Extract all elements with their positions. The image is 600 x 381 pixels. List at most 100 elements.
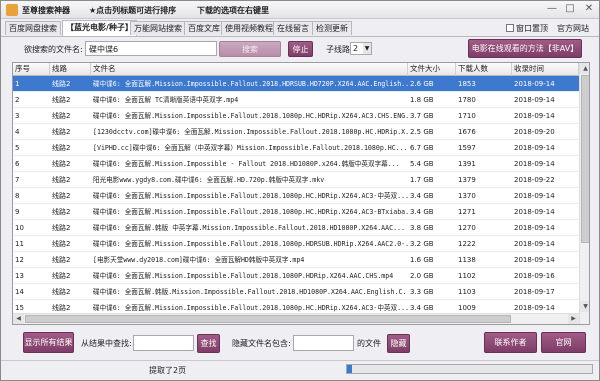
horizontal-scroll-thumb[interactable] <box>25 315 511 323</box>
cell-size: 3.4 GB <box>410 192 434 200</box>
tab-baidu-pan[interactable]: 百度网盘搜索 <box>5 21 61 35</box>
search-input[interactable]: 碟中谍6 <box>85 41 217 56</box>
subline-select[interactable]: 2 ▼ <box>350 42 372 55</box>
title-bar[interactable]: 至尊搜索神器 ★点击列标题可进行排序 下载的选项在右键里 — □ ✕ <box>1 1 599 19</box>
table-row[interactable]: 8 线路2 碟中谍6: 全面瓦解.Mission.Impossible.Fallou… <box>13 188 579 204</box>
checkbox-box-icon[interactable] <box>506 24 514 32</box>
column-header-filename[interactable]: 文件名 <box>91 63 408 76</box>
subline-label: 子线路 <box>326 45 350 54</box>
scroll-right-icon[interactable]: ▶ <box>568 314 579 324</box>
vertical-scrollbar[interactable]: ▲ ▼ <box>579 63 589 324</box>
cell-size: 3.8 GB <box>410 224 434 232</box>
cell-downloads: 1270 <box>458 224 476 232</box>
progress-bar <box>346 364 593 374</box>
results-table[interactable]: 序号 线路 文件名 文件大小 下载人数 收录时间 1 线路2 碟中谍6: 全面瓦解.… <box>12 62 590 325</box>
table-row[interactable]: 1 线路2 碟中谍6: 全面瓦解.Mission.Impossible.Fallou… <box>13 76 579 92</box>
find-button[interactable]: 查找 <box>197 334 220 353</box>
vertical-scroll-thumb[interactable] <box>581 75 589 243</box>
topmost-checkbox[interactable]: 窗口置顶 <box>506 23 548 34</box>
tab-universal-search[interactable]: 万能网站搜索 <box>130 21 186 35</box>
cell-date: 2018-09-14 <box>514 80 555 88</box>
table-row[interactable]: 14 线路2 碟中谍6: 全面瓦解.韩版.Mission.Impossible.Fa… <box>13 284 579 300</box>
column-header-size[interactable]: 文件大小 <box>408 63 456 76</box>
tab-video-tutorial[interactable]: 使用视频教程 <box>221 21 277 35</box>
tab-bluray-torrent[interactable]: 【蓝光电影/种子】 <box>62 20 137 36</box>
cell-filename: [1230dcctv.com]碟中谍6: 全面瓦解.Mission.Imposs… <box>93 128 408 136</box>
cell-size: 3.4 GB <box>410 208 434 216</box>
cell-filename: 碟中谍6: 全面瓦解 TC清晰版英语中英双字.mp4 <box>93 96 239 104</box>
cell-size: 3.3 GB <box>410 288 434 296</box>
table-row[interactable]: 12 线路2 [电影天堂www.dy2018.com]碟中谍6: 全面瓦解HD韩版中… <box>13 252 579 268</box>
official-site-button[interactable]: 官网 <box>541 332 586 353</box>
table-row[interactable]: 4 线路2 [1230dcctv.com]碟中谍6: 全面瓦解.Mission.Im… <box>13 124 579 140</box>
official-site-link[interactable]: 官方网站 <box>557 23 589 34</box>
cell-downloads: 1780 <box>458 96 476 104</box>
scroll-down-icon[interactable]: ▼ <box>580 301 589 312</box>
cell-line: 线路2 <box>52 192 71 200</box>
cell-date: 2018-09-14 <box>514 192 555 200</box>
movie-online-button[interactable]: 电影在线观看的方法【非AV】 <box>468 39 582 58</box>
cell-filename: 碟中谍6: 全面瓦解.Mission.Impossible.Fallout.20… <box>93 208 408 216</box>
table-row[interactable]: 6 线路2 碟中谍6: 全面瓦解.Mission.Impossible - Fall… <box>13 156 579 172</box>
table-row[interactable]: 7 线路2 阳光电影www.ygdy8.com.碟中谍6: 全面瓦解.HD.720p… <box>13 172 579 188</box>
progress-fill <box>347 365 352 373</box>
tab-check-update[interactable]: 检测更新 <box>312 21 352 35</box>
cell-downloads: 1102 <box>458 272 476 280</box>
table-row[interactable]: 11 线路2 碟中谍6: 全面瓦解.Mission.Impossible.Fallo… <box>13 236 579 252</box>
cell-date: 2018-09-14 <box>514 224 555 232</box>
hide-label: 隐藏文件名包含: <box>232 339 291 348</box>
maximize-button[interactable]: □ <box>562 3 578 16</box>
column-header-line[interactable]: 线路 <box>50 63 91 76</box>
cell-line: 线路2 <box>52 288 71 296</box>
table-row[interactable]: 5 线路2 [ViPHD.cc]碟中谍6: 全面瓦解（中英双字幕）Mission.I… <box>13 140 579 156</box>
table-row[interactable]: 10 线路2 碟中谍6: 全面瓦解.韩版 中英字幕.Mission.Impossib… <box>13 220 579 236</box>
app-window: 至尊搜索神器 ★点击列标题可进行排序 下载的选项在右键里 — □ ✕ 百度网盘搜… <box>0 0 600 381</box>
cell-no: 6 <box>15 160 20 168</box>
subline-value: 2 <box>353 44 359 53</box>
download-hint: 下载的选项在右键里 <box>197 6 269 15</box>
cell-no: 14 <box>15 288 24 296</box>
cell-downloads: 1138 <box>458 256 476 264</box>
tab-online-message[interactable]: 在线留言 <box>273 21 313 35</box>
search-button[interactable]: 搜索 <box>219 41 281 57</box>
table-row[interactable]: 13 线路2 碟中谍6: 全面瓦解.Mission.Impossible.Fallo… <box>13 268 579 284</box>
cell-line: 线路2 <box>52 272 71 280</box>
hide-filter-input[interactable] <box>293 335 354 351</box>
cell-date: 2018-09-14 <box>514 112 555 120</box>
cell-date: 2018-09-16 <box>514 272 555 280</box>
close-button[interactable]: ✕ <box>581 3 597 16</box>
cell-line: 线路2 <box>52 240 71 248</box>
cell-filename: [电影天堂www.dy2018.com]碟中谍6: 全面瓦解HD韩版中英双字.m… <box>93 256 305 264</box>
cell-line: 线路2 <box>52 144 71 152</box>
show-all-results-button[interactable]: 显示所有结果 <box>23 332 74 353</box>
column-header-downloads[interactable]: 下载人数 <box>456 63 512 76</box>
cell-no: 5 <box>15 144 20 152</box>
minimize-button[interactable]: — <box>544 3 560 16</box>
column-header-date[interactable]: 收录时间 <box>512 63 579 76</box>
table-header: 序号 线路 文件名 文件大小 下载人数 收录时间 <box>13 63 579 76</box>
cell-no: 3 <box>15 112 20 120</box>
column-header-no[interactable]: 序号 <box>13 63 50 76</box>
stop-button[interactable]: 停止 <box>288 41 313 57</box>
cell-line: 线路2 <box>52 128 71 136</box>
contact-author-button[interactable]: 联系作者 <box>484 332 537 353</box>
scroll-left-icon[interactable]: ◀ <box>13 314 24 324</box>
chevron-down-icon[interactable]: ▼ <box>363 43 371 54</box>
cell-size: 2.0 GB <box>410 272 434 280</box>
scroll-up-icon[interactable]: ▲ <box>580 63 589 74</box>
table-row[interactable]: 3 线路2 碟中谍6: 全面瓦解.Mission.Impossible.Fallou… <box>13 108 579 124</box>
table-row[interactable]: 2 线路2 碟中谍6: 全面瓦解 TC清晰版英语中英双字.mp4 1.8 GB 1780… <box>13 92 579 108</box>
app-title: 至尊搜索神器 <box>22 6 70 15</box>
cell-line: 线路2 <box>52 160 71 168</box>
cell-filename: 碟中谍6: 全面瓦解.Mission.Impossible.Fallout.20… <box>93 112 408 120</box>
cell-filename: 碟中谍6: 全面瓦解.韩版 中英字幕.Mission.Impossible.Fa… <box>93 224 405 232</box>
cell-size: 6.7 GB <box>410 144 434 152</box>
find-in-results-input[interactable] <box>133 335 194 351</box>
hide-button[interactable]: 隐藏 <box>387 334 410 353</box>
tab-baidu-wenku[interactable]: 百度文库 <box>184 21 224 35</box>
cell-downloads: 1853 <box>458 80 476 88</box>
topmost-label: 窗口置顶 <box>516 24 548 33</box>
cell-downloads: 1710 <box>458 112 476 120</box>
table-row[interactable]: 9 线路2 碟中谍6: 全面瓦解.Mission.Impossible.Fallou… <box>13 204 579 220</box>
horizontal-scrollbar[interactable]: ◀ ▶ <box>13 313 579 324</box>
